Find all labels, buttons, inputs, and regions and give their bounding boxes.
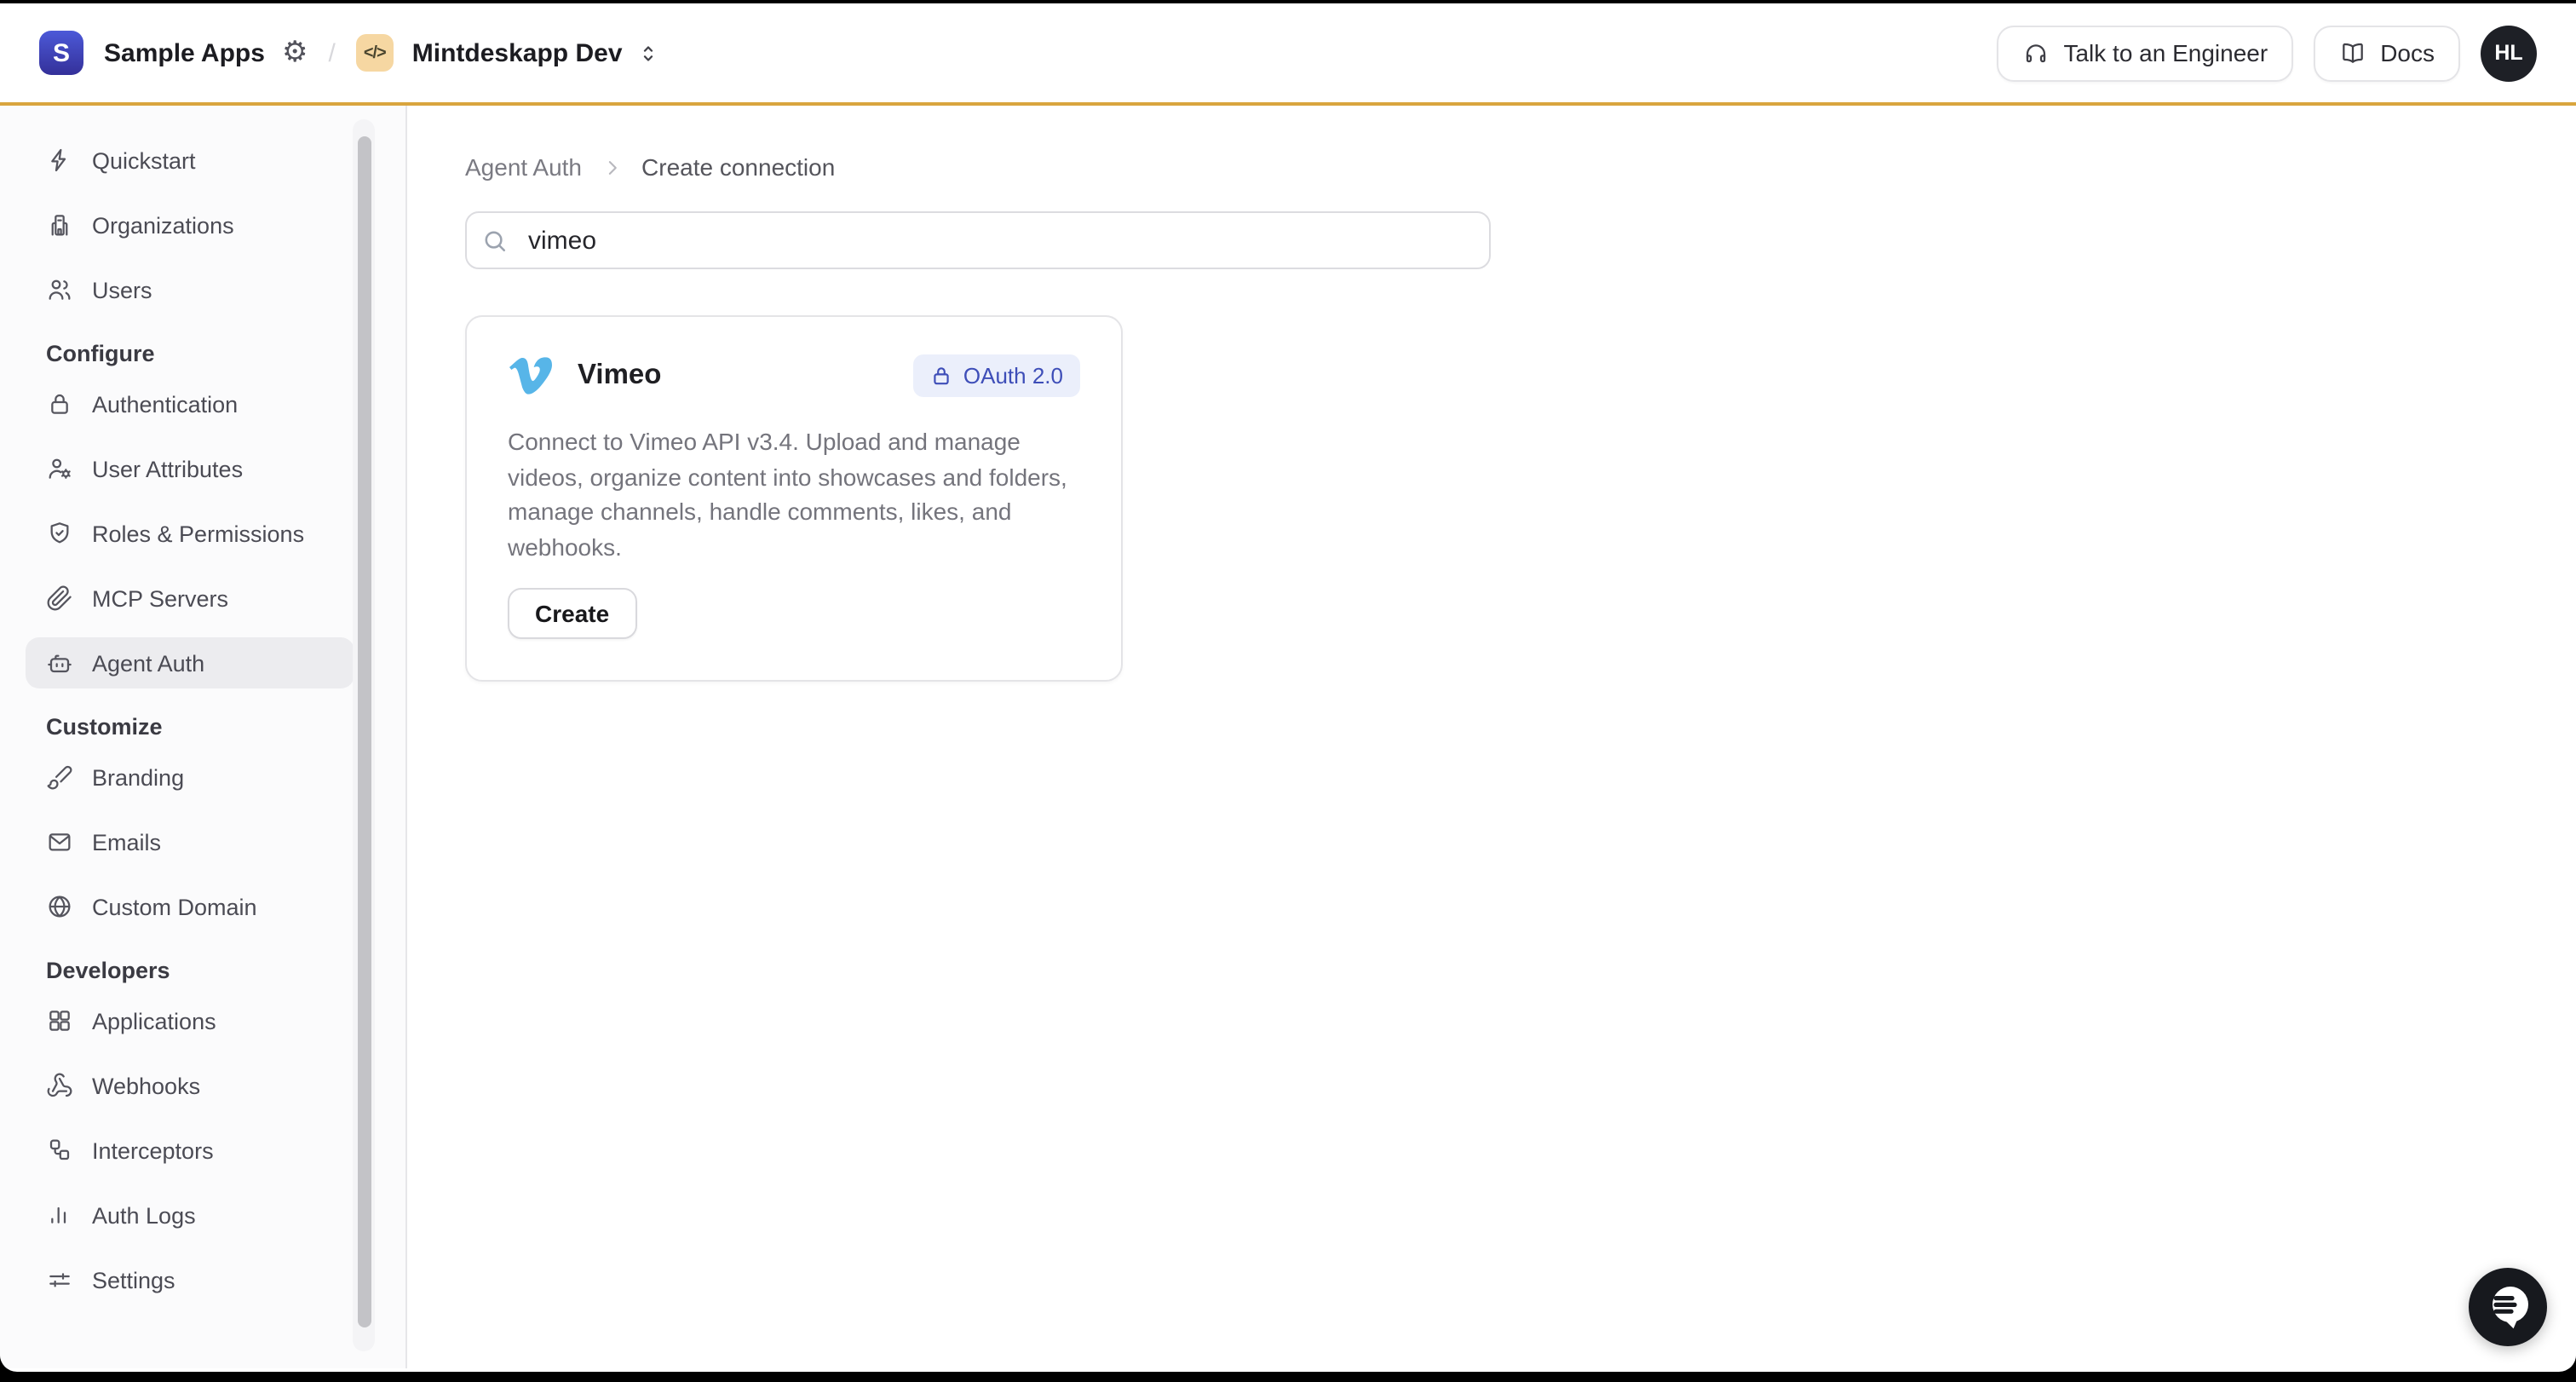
content-row: Quickstart Organizations Users Configure Aut… (0, 106, 2576, 1368)
sidebar-item-branding[interactable]: Branding (26, 751, 354, 803)
users-icon (46, 276, 73, 303)
oauth-badge: OAuth 2.0 (914, 354, 1080, 397)
sidebar-item-label: Auth Logs (92, 1202, 196, 1228)
connector-search-input[interactable] (525, 224, 1472, 256)
app-window: S Sample Apps ⚙ / </> Mintdeskapp Dev Ta… (0, 3, 2576, 1372)
sidebar-item-authentication[interactable]: Authentication (26, 378, 354, 429)
sidebar-item-webhooks[interactable]: Webhooks (26, 1060, 354, 1111)
sidebar-nav: Quickstart Organizations Users Configure Aut… (0, 106, 405, 1305)
paperclip-icon (46, 584, 73, 612)
vimeo-logo-icon (508, 354, 554, 397)
sidebar-item-label: Users (92, 277, 152, 302)
sidebar-section-header-developers: Developers (26, 958, 405, 983)
main-panel: Agent Auth Create connection (407, 106, 2576, 1368)
chevrons-up-down-icon[interactable] (636, 40, 662, 66)
top-bar-actions: Talk to an Engineer Docs HL (1997, 25, 2537, 81)
chat-bubble-icon (2469, 1268, 2547, 1346)
chat-widget-button[interactable] (2469, 1268, 2547, 1346)
sidebar-item-roles-permissions[interactable]: Roles & Permissions (26, 508, 354, 559)
sidebar-item-custom-domain[interactable]: Custom Domain (26, 881, 354, 932)
org-logo: S (39, 31, 83, 75)
oauth-badge-label: OAuth 2.0 (963, 363, 1063, 389)
screen: S Sample Apps ⚙ / </> Mintdeskapp Dev Ta… (0, 0, 2576, 1382)
docs-button[interactable]: Docs (2314, 25, 2460, 81)
sidebar-item-label: Applications (92, 1008, 216, 1034)
bot-icon (46, 649, 73, 677)
brush-icon (46, 763, 73, 791)
breadcrumb-current: Create connection (641, 153, 835, 181)
breadcrumb: Agent Auth Create connection (465, 150, 2576, 184)
lock-icon (46, 390, 73, 417)
sidebar-item-label: Roles & Permissions (92, 521, 304, 546)
sidebar-item-label: Interceptors (92, 1137, 214, 1163)
headphones-icon (2022, 39, 2050, 66)
search-icon (480, 226, 509, 255)
docs-label: Docs (2380, 39, 2435, 66)
sidebar-section-header-configure: Configure (26, 341, 405, 366)
top-bar: S Sample Apps ⚙ / </> Mintdeskapp Dev Ta… (0, 3, 2576, 106)
sidebar-item-label: Quickstart (92, 147, 196, 173)
sidebar-item-emails[interactable]: Emails (26, 816, 354, 867)
sidebar: Quickstart Organizations Users Configure Aut… (0, 106, 407, 1368)
environment-chip: </> (356, 34, 394, 72)
path-separator: / (328, 38, 335, 67)
book-open-icon (2339, 39, 2366, 66)
bar-chart-icon (46, 1201, 73, 1229)
zap-icon (46, 147, 73, 174)
workspace-switcher: S Sample Apps ⚙ / </> Mintdeskapp Dev (39, 31, 662, 75)
sidebar-item-label: Agent Auth (92, 650, 204, 676)
layout-grid-icon (46, 1007, 73, 1034)
sidebar-item-label: User Attributes (92, 456, 243, 481)
sidebar-item-label: Branding (92, 764, 184, 790)
lock-icon (931, 365, 953, 387)
connector-card-vimeo: Vimeo OAuth 2.0 Connect to Vimeo API v3.… (465, 315, 1123, 682)
mail-icon (46, 828, 73, 855)
user-cog-icon (46, 455, 73, 482)
talk-to-engineer-button[interactable]: Talk to an Engineer (1997, 25, 2293, 81)
search-box (465, 211, 1491, 269)
gear-icon[interactable]: ⚙ (282, 38, 308, 67)
avatar-initials: HL (2494, 41, 2522, 65)
code-icon: </> (364, 43, 386, 62)
sidebar-item-users[interactable]: Users (26, 264, 354, 315)
connector-card-header: Vimeo OAuth 2.0 (508, 354, 1080, 397)
sidebar-scrollbar-thumb[interactable] (357, 136, 371, 1327)
building-icon (46, 211, 73, 239)
sidebar-item-label: Authentication (92, 391, 238, 417)
user-avatar[interactable]: HL (2481, 25, 2537, 81)
sidebar-item-interceptors[interactable]: Interceptors (26, 1125, 354, 1176)
project-name[interactable]: Mintdeskapp Dev (412, 38, 623, 67)
link-boxes-icon (46, 1137, 73, 1164)
org-logo-letter: S (53, 38, 70, 67)
globe-icon (46, 893, 73, 920)
sidebar-item-label: Settings (92, 1267, 175, 1293)
connector-title: Vimeo (578, 360, 661, 392)
sidebar-item-settings[interactable]: Settings (26, 1254, 354, 1305)
sidebar-item-label: Organizations (92, 212, 234, 238)
sidebar-item-label: Custom Domain (92, 894, 257, 919)
sidebar-item-auth-logs[interactable]: Auth Logs (26, 1189, 354, 1241)
org-name[interactable]: Sample Apps (104, 38, 265, 67)
chevron-right-icon (599, 154, 624, 180)
sidebar-item-label: Webhooks (92, 1073, 200, 1098)
sidebar-item-user-attributes[interactable]: User Attributes (26, 443, 354, 494)
sidebar-section-header-customize: Customize (26, 714, 405, 740)
sidebar-item-organizations[interactable]: Organizations (26, 199, 354, 250)
connector-description: Connect to Vimeo API v3.4. Upload and ma… (508, 424, 1084, 564)
talk-to-engineer-label: Talk to an Engineer (2063, 39, 2268, 66)
breadcrumb-parent[interactable]: Agent Auth (465, 153, 582, 181)
sidebar-item-applications[interactable]: Applications (26, 995, 354, 1046)
sidebar-item-label: Emails (92, 829, 161, 855)
sidebar-item-mcp-servers[interactable]: MCP Servers (26, 573, 354, 624)
sidebar-item-agent-auth[interactable]: Agent Auth (26, 637, 354, 688)
webhook-icon (46, 1072, 73, 1099)
sliders-icon (46, 1266, 73, 1293)
sidebar-item-quickstart[interactable]: Quickstart (26, 135, 354, 186)
shield-check-icon (46, 520, 73, 547)
sidebar-item-label: MCP Servers (92, 585, 228, 611)
create-connection-button[interactable]: Create (508, 588, 636, 639)
